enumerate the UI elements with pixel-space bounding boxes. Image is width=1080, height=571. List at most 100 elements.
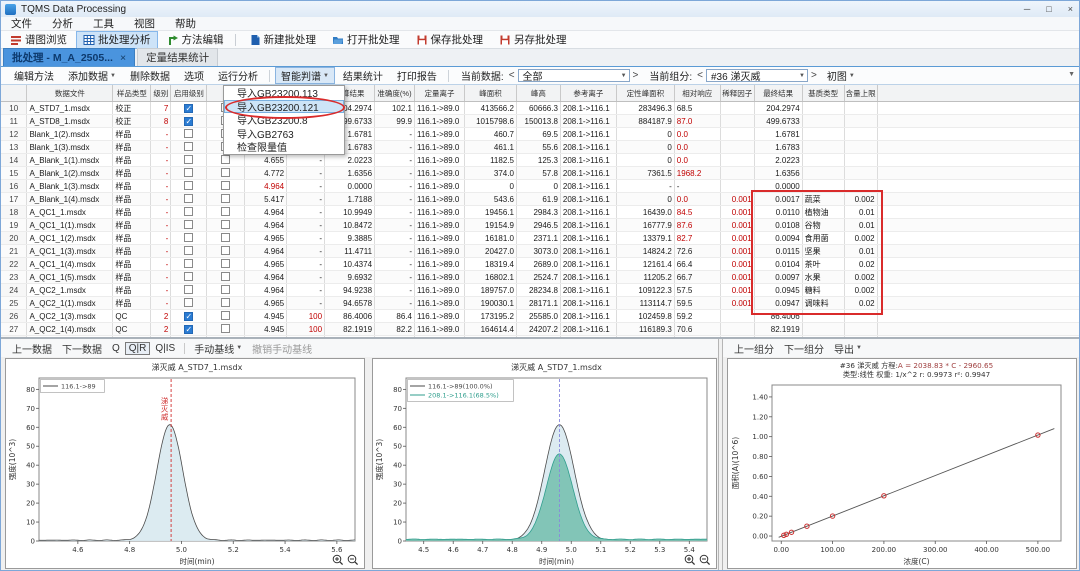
chrom-toolbar-button-4[interactable]: Q|IS bbox=[150, 343, 180, 354]
menubar-item-3[interactable]: 视图 bbox=[124, 16, 165, 31]
current-data-combobox[interactable]: 全部▼ bbox=[518, 69, 630, 82]
column-header-11[interactable]: 峰面积 bbox=[464, 85, 516, 102]
chrom-toolbar-button-3[interactable]: Q|R bbox=[125, 342, 151, 355]
column-header-9[interactable]: 准确度(%) bbox=[375, 85, 415, 102]
prev-component-button[interactable]: < bbox=[694, 70, 706, 81]
menu-item-3[interactable]: 导入GB2763 bbox=[224, 127, 344, 141]
row-checkbox[interactable] bbox=[221, 233, 230, 242]
calib-toolbar-button-0[interactable]: 上一组分 bbox=[729, 341, 779, 356]
row-checkbox[interactable] bbox=[184, 168, 193, 177]
toolbar-button-new-batch[interactable]: 新建批处理 bbox=[242, 31, 324, 49]
column-header-15[interactable]: 相对响应 bbox=[674, 85, 720, 102]
row-checkbox[interactable] bbox=[184, 155, 193, 164]
toolbar-overflow-chevron-icon[interactable]: ▼ bbox=[1068, 71, 1075, 78]
column-header-18[interactable]: 基质类型 bbox=[802, 85, 844, 102]
row-checkbox[interactable] bbox=[184, 285, 193, 294]
row-checkbox[interactable] bbox=[184, 272, 193, 281]
table-row[interactable]: 16A_Blank_1(3).msdx样品-4.964-0.0000-116.1… bbox=[1, 180, 1080, 193]
prev-data-button[interactable]: < bbox=[506, 70, 518, 81]
table-row[interactable]: 14A_Blank_1(1).msdx样品-4.655-2.0223-116.1… bbox=[1, 154, 1080, 167]
row-checkbox[interactable] bbox=[221, 181, 230, 190]
column-header-10[interactable]: 定量离子 bbox=[415, 85, 465, 102]
column-header-17[interactable]: 最终结果 bbox=[754, 85, 802, 102]
table-row[interactable]: 10A_STD7_1.msdx校正7✓204.2974102.1116.1->8… bbox=[1, 102, 1080, 115]
subtoolbar-button-5[interactable]: 智能判谱▼ bbox=[275, 67, 335, 84]
row-checkbox[interactable] bbox=[184, 298, 193, 307]
row-checkbox[interactable] bbox=[184, 142, 193, 151]
close-button[interactable]: × bbox=[1068, 4, 1073, 14]
menubar-item-1[interactable]: 分析 bbox=[42, 16, 83, 31]
calibration-curve-panel[interactable]: #36 涕灭威 方程:A = 2038.83 * C - 2960.65类型:线… bbox=[727, 358, 1077, 569]
table-row[interactable]: 26A_QC2_1(3).msdxQC2✓4.94510086.400686.4… bbox=[1, 310, 1080, 323]
toolbar-button-save-batch[interactable]: 保存批处理 bbox=[409, 31, 491, 49]
row-checkbox[interactable] bbox=[184, 129, 193, 138]
row-checkbox[interactable] bbox=[221, 194, 230, 203]
row-checkbox[interactable] bbox=[184, 259, 193, 268]
column-header-12[interactable]: 峰高 bbox=[516, 85, 560, 102]
tab-close-icon[interactable]: × bbox=[120, 52, 126, 64]
tab-1[interactable]: 定量结果统计 bbox=[137, 48, 218, 66]
table-row[interactable]: 20A_QC1_1(2).msdx样品-4.965-9.3885-116.1->… bbox=[1, 232, 1080, 245]
chrom-toolbar-button-2[interactable]: Q bbox=[107, 343, 125, 354]
subtoolbar-button-4[interactable]: 运行分析 bbox=[212, 67, 264, 84]
chromatogram-panel-overlay[interactable]: 涕灭威 A_STD7_1.msdx4.54.64.74.84.95.05.15.… bbox=[372, 358, 717, 569]
row-checkbox[interactable] bbox=[221, 259, 230, 268]
chrom-toolbar-button-6[interactable]: 手动基线▼ bbox=[189, 341, 247, 356]
toolbar-button-save-as-batch[interactable]: 另存批处理 bbox=[492, 31, 574, 49]
subtoolbar-button-7[interactable]: 打印报告 bbox=[391, 67, 443, 84]
column-header-1[interactable]: 数据文件 bbox=[27, 85, 113, 102]
vertical-splitter[interactable] bbox=[718, 339, 723, 571]
toolbar-button-open-batch[interactable]: 打开批处理 bbox=[325, 31, 407, 49]
menu-item-2[interactable]: 导入GB23200.8 bbox=[224, 113, 344, 127]
table-row[interactable]: 23A_QC1_1(5).msdx样品-4.964-9.6932-116.1->… bbox=[1, 271, 1080, 284]
minimize-button[interactable]: ─ bbox=[1024, 4, 1030, 14]
row-checkbox[interactable] bbox=[221, 207, 230, 216]
row-checkbox[interactable]: ✓ bbox=[184, 312, 193, 321]
table-row[interactable]: 17A_Blank_1(4).msdx样品-5.417-1.7188-116.1… bbox=[1, 193, 1080, 206]
table-row[interactable]: 18A_QC1_1.msdx样品-4.964-10.9949-116.1->89… bbox=[1, 206, 1080, 219]
next-data-button[interactable]: > bbox=[630, 70, 642, 81]
column-header-0[interactable] bbox=[1, 85, 27, 102]
row-checkbox[interactable] bbox=[221, 324, 230, 333]
column-header-13[interactable]: 参考离子 bbox=[560, 85, 616, 102]
row-checkbox[interactable] bbox=[221, 285, 230, 294]
view-mode-button[interactable]: 初图▼ bbox=[821, 67, 861, 84]
row-checkbox[interactable] bbox=[184, 181, 193, 190]
column-header-14[interactable]: 定性峰面积 bbox=[616, 85, 674, 102]
subtoolbar-button-1[interactable]: 添加数据▼ bbox=[62, 67, 122, 84]
row-checkbox[interactable]: ✓ bbox=[184, 325, 193, 334]
table-row[interactable]: 24A_QC2_1.msdx样品-4.964-94.9238-116.1->89… bbox=[1, 284, 1080, 297]
calib-toolbar-button-2[interactable]: 导出▼ bbox=[829, 341, 867, 356]
column-header-2[interactable]: 样品类型 bbox=[113, 85, 151, 102]
toolbar-button-batch-analysis[interactable]: 批处理分析 bbox=[76, 31, 158, 49]
table-row[interactable]: 25A_QC2_1(1).msdx样品-4.965-94.6578-116.1-… bbox=[1, 297, 1080, 310]
table-row[interactable]: 12Blank_1(2).msdx样品-1.6781-116.1->89.046… bbox=[1, 128, 1080, 141]
row-checkbox[interactable] bbox=[184, 207, 193, 216]
row-checkbox[interactable] bbox=[184, 220, 193, 229]
column-header-16[interactable]: 稀释因子 bbox=[720, 85, 754, 102]
chrom-toolbar-button-1[interactable]: 下一数据 bbox=[57, 341, 107, 356]
row-checkbox[interactable] bbox=[221, 298, 230, 307]
chromatogram-panel-quant[interactable]: 涕灭威 A_STD7_1.msdx4.64.85.05.25.45.601020… bbox=[5, 358, 365, 569]
row-checkbox[interactable] bbox=[221, 272, 230, 281]
row-checkbox[interactable] bbox=[184, 246, 193, 255]
toolbar-button-method-edit[interactable]: 方法编辑 bbox=[160, 31, 231, 49]
menu-item-4[interactable]: 检查限量值 bbox=[224, 140, 344, 154]
table-row[interactable]: 11A_STD8_1.msdx校正8✓499.673399.9116.1->89… bbox=[1, 115, 1080, 128]
menubar-item-4[interactable]: 帮助 bbox=[165, 16, 206, 31]
row-checkbox[interactable] bbox=[184, 194, 193, 203]
calib-toolbar-button-1[interactable]: 下一组分 bbox=[779, 341, 829, 356]
subtoolbar-button-0[interactable]: 编辑方法 bbox=[8, 67, 60, 84]
subtoolbar-button-6[interactable]: 结果统计 bbox=[337, 67, 389, 84]
table-row[interactable]: 15A_Blank_1(2).msdx样品-4.772-1.6356-116.1… bbox=[1, 167, 1080, 180]
tab-0[interactable]: 批处理 - M_A_2505...× bbox=[3, 48, 135, 66]
menubar-item-2[interactable]: 工具 bbox=[83, 16, 124, 31]
current-component-combobox[interactable]: #36 涕灭威▼ bbox=[706, 69, 808, 82]
chrom-toolbar-button-0[interactable]: 上一数据 bbox=[7, 341, 57, 356]
toolbar-button-spectrum-browse[interactable]: 谱图浏览 bbox=[3, 31, 74, 49]
row-checkbox[interactable] bbox=[221, 311, 230, 320]
row-checkbox[interactable] bbox=[221, 246, 230, 255]
table-row[interactable]: 21A_QC1_1(3).msdx样品-4.964-11.4711-116.1-… bbox=[1, 245, 1080, 258]
menubar-item-0[interactable]: 文件 bbox=[1, 16, 42, 31]
row-checkbox[interactable] bbox=[221, 155, 230, 164]
